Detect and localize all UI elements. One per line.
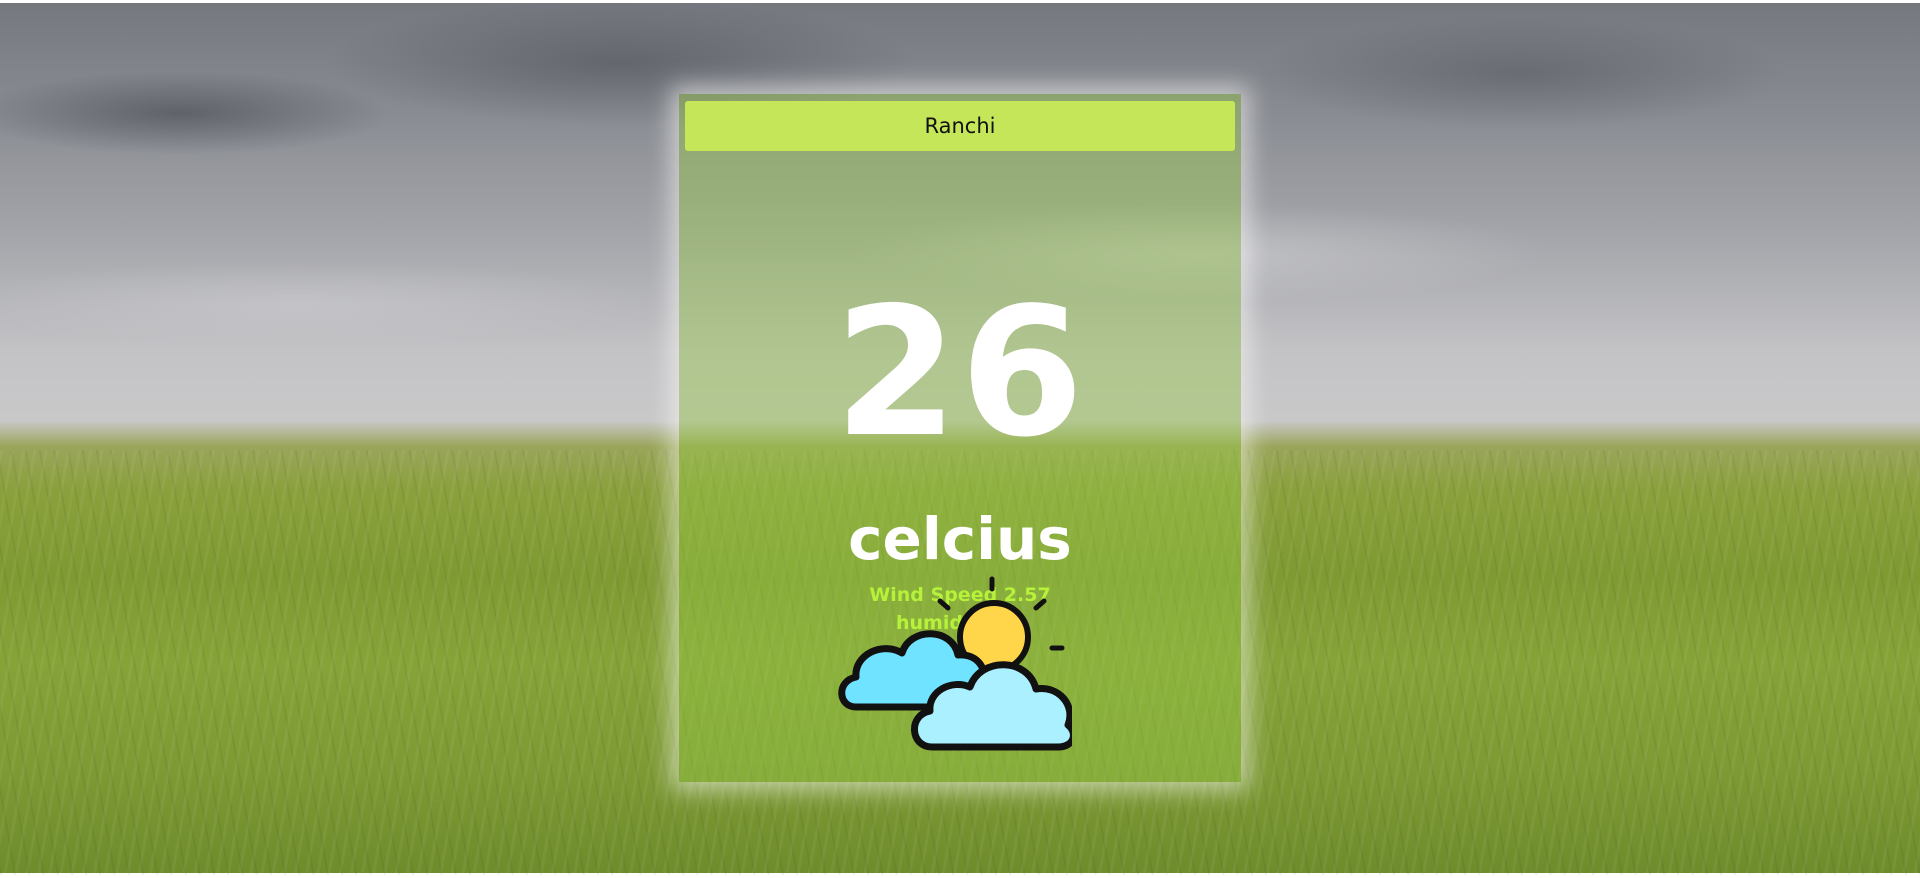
temperature-unit: celcius <box>848 505 1072 573</box>
app-viewport: 26 celcius Wind Speed 2.57 humidity 83 <box>0 0 1920 878</box>
partly-cloudy-icon <box>838 576 1072 751</box>
weather-card: 26 celcius Wind Speed 2.57 humidity 83 <box>679 94 1241 782</box>
temperature-value: 26 <box>834 269 1086 476</box>
city-search-input[interactable] <box>685 101 1235 151</box>
